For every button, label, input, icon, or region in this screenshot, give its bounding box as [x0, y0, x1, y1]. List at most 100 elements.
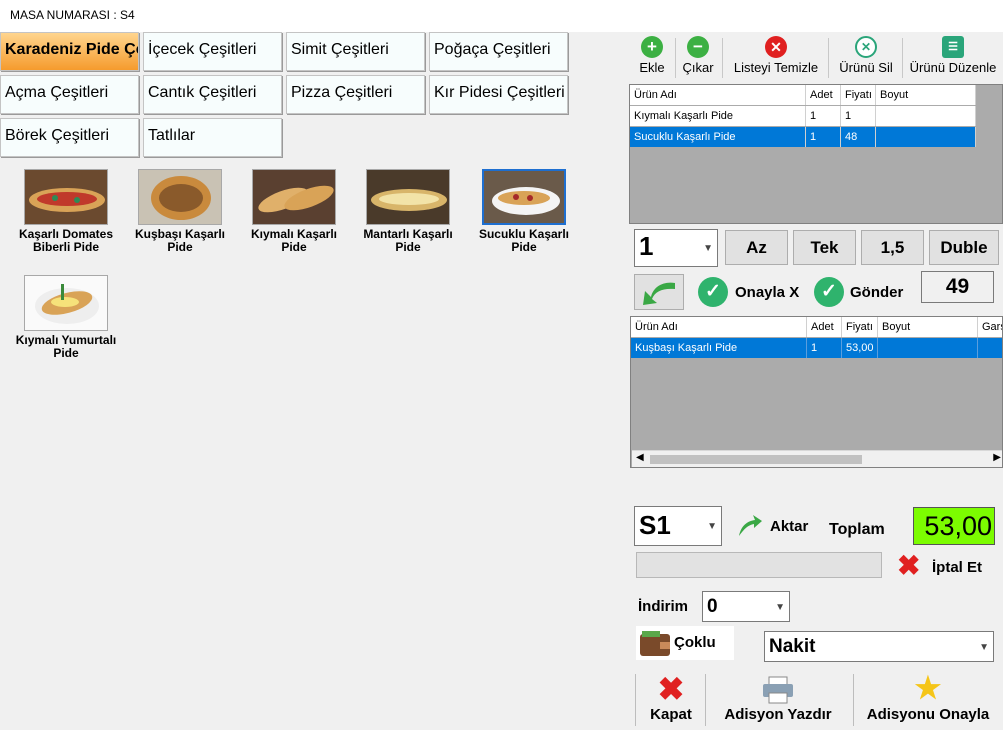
- quantity-value: 1: [639, 231, 654, 261]
- delete-product-button[interactable]: ✕ Ürünü Sil: [832, 36, 900, 80]
- portion-az-button[interactable]: Az: [725, 230, 788, 265]
- order-grid-header: Ürün Adı Adet Fiyatı Boyut: [630, 85, 976, 105]
- button-separator: [705, 674, 706, 726]
- cell-price: 53,00: [842, 338, 878, 358]
- close-button[interactable]: ✖ Kapat: [638, 672, 704, 726]
- button-separator: [853, 674, 854, 726]
- add-button[interactable]: + Ekle: [634, 36, 670, 80]
- table-select-value: S1: [639, 510, 671, 540]
- category-cantik[interactable]: Cantık Çeşitleri: [143, 75, 282, 114]
- cell-product: Kıymalı Kaşarlı Pide: [630, 106, 806, 126]
- print-bill-button[interactable]: Adisyon Yazdır: [708, 672, 848, 726]
- table-row[interactable]: Kıymalı Kaşarlı Pide 1 1: [630, 106, 976, 126]
- printer-icon: [763, 676, 793, 704]
- product-image: [252, 169, 336, 225]
- cancel-button[interactable]: ✖ İptal Et: [886, 549, 994, 585]
- transfer-button[interactable]: Aktar: [727, 508, 819, 544]
- progress-bar: [636, 552, 882, 578]
- product-sucuklu-kasarli-pide[interactable]: Sucuklu Kaşarlı Pide: [468, 169, 580, 254]
- approve-bill-label: Adisyonu Onayla: [866, 706, 990, 723]
- order-grid[interactable]: Ürün Adı Adet Fiyatı Boyut Kıymalı Kaşar…: [629, 84, 1003, 224]
- cell-size: [878, 338, 978, 358]
- toolbar-separator: [902, 38, 903, 78]
- back-arrow-icon: [643, 282, 675, 305]
- total-display: 53,00: [913, 507, 995, 545]
- scrollbar-thumb[interactable]: [650, 455, 862, 464]
- category-simit[interactable]: Simit Çeşitleri: [286, 32, 425, 71]
- category-borek[interactable]: Börek Çeşitleri: [0, 118, 139, 157]
- column-header[interactable]: Boyut: [876, 85, 976, 105]
- scroll-left-icon[interactable]: ◀: [636, 452, 644, 463]
- order-panel: + Ekle − Çıkar ✕ Listeyi Temizle ✕ Ürünü…: [628, 32, 1003, 730]
- check-icon: ✓: [814, 277, 844, 307]
- discount-label: İndirim: [638, 598, 689, 615]
- category-kir-pidesi[interactable]: Kır Pidesi Çeşitleri: [429, 75, 568, 114]
- cell-qty: 1: [806, 127, 841, 147]
- multi-payment-label: Çoklu: [674, 634, 716, 651]
- product-image: [138, 169, 222, 225]
- product-kiymali-yumurtali-pide[interactable]: Kıymalı Yumurtalı Pide: [10, 275, 122, 360]
- product-kusbasi-kasarli-pide[interactable]: Kuşbaşı Kaşarlı Pide: [124, 169, 236, 254]
- portion-tek-button[interactable]: Tek: [793, 230, 856, 265]
- column-header[interactable]: Gars: [978, 317, 1002, 337]
- product-image: [24, 169, 108, 225]
- print-bill-label: Adisyon Yazdır: [724, 706, 832, 723]
- discount-select[interactable]: 0 ▼: [702, 591, 790, 622]
- clear-list-button[interactable]: ✕ Listeyi Temizle: [728, 36, 824, 80]
- edit-checklist-icon: ☰: [942, 36, 964, 58]
- payment-method-value: Nakit: [769, 636, 816, 657]
- add-label: Ekle: [639, 60, 665, 75]
- delete-circle-x-icon: ✕: [855, 36, 877, 58]
- close-label: Kapat: [650, 706, 692, 723]
- delete-product-label: Ürünü Sil: [839, 60, 893, 75]
- transfer-label: Aktar: [770, 518, 809, 535]
- edit-product-button[interactable]: ☰ Ürünü Düzenle: [906, 36, 1000, 80]
- payment-method-select[interactable]: Nakit ▼: [764, 631, 994, 662]
- cell-qty: 1: [807, 338, 842, 358]
- quantity-select[interactable]: 1 ▼: [634, 229, 718, 267]
- portion-duble-button[interactable]: Duble: [929, 230, 999, 265]
- column-header[interactable]: Fiyatı: [841, 85, 876, 105]
- category-icecek[interactable]: İçecek Çeşitleri: [143, 32, 282, 71]
- scroll-right-icon[interactable]: ▶: [993, 452, 1001, 463]
- category-karadeniz-pide[interactable]: Karadeniz Pide Çeşitleri: [0, 32, 139, 71]
- product-name: Sucuklu Kaşarlı Pide: [478, 227, 570, 254]
- portion-1-5-button[interactable]: 1,5: [861, 230, 924, 265]
- table-select[interactable]: S1 ▼: [634, 506, 722, 546]
- category-pogaca[interactable]: Poğaça Çeşitleri: [429, 32, 568, 71]
- send-button[interactable]: ✓ Gönder: [812, 274, 912, 310]
- clear-x-icon: ✕: [765, 36, 787, 58]
- horizontal-scrollbar[interactable]: ◀ ▶: [632, 450, 1002, 467]
- multi-payment-button[interactable]: Çoklu: [636, 626, 734, 660]
- total-label: Toplam: [829, 521, 885, 538]
- product-kasarli-domates-biberli-pide[interactable]: Kaşarlı Domates Biberli Pide: [10, 169, 122, 254]
- close-x-icon: ✖: [657, 671, 685, 707]
- table-row[interactable]: Sucuklu Kaşarlı Pide 1 48: [630, 127, 976, 147]
- product-kiymali-kasarli-pide[interactable]: Kıymalı Kaşarlı Pide: [238, 169, 350, 254]
- counter-display: 49: [921, 271, 994, 303]
- product-mantarli-kasarli-pide[interactable]: Mantarlı Kaşarlı Pide: [352, 169, 464, 254]
- menu-panel: Karadeniz Pide Çeşitleri İçecek Çeşitler…: [0, 32, 628, 730]
- button-separator: [635, 674, 636, 726]
- category-pizza[interactable]: Pizza Çeşitleri: [286, 75, 425, 114]
- sent-items-grid[interactable]: Ürün Adı Adet Fiyatı Boyut Gars Kuşbaşı …: [630, 316, 1003, 468]
- column-header[interactable]: Adet: [806, 85, 841, 105]
- approve-bill-button[interactable]: ★ Adisyonu Onayla: [856, 672, 1000, 726]
- remove-button[interactable]: − Çıkar: [680, 36, 716, 80]
- column-header[interactable]: Ürün Adı: [630, 85, 806, 105]
- category-acma[interactable]: Açma Çeşitleri: [0, 75, 139, 114]
- category-tatlilar[interactable]: Tatlılar: [143, 118, 282, 157]
- column-header[interactable]: Boyut: [878, 317, 978, 337]
- undo-button[interactable]: [634, 274, 684, 310]
- check-icon: ✓: [698, 277, 728, 307]
- table-row[interactable]: Kuşbaşı Kaşarlı Pide 1 53,00: [631, 338, 1002, 358]
- cell-product: Sucuklu Kaşarlı Pide: [630, 127, 806, 147]
- product-name: Mantarlı Kaşarlı Pide: [363, 227, 453, 254]
- toolbar-separator: [722, 38, 723, 78]
- confirm-x-button[interactable]: ✓ Onayla X: [696, 274, 804, 310]
- discount-value: 0: [707, 596, 718, 617]
- column-header[interactable]: Fiyatı: [842, 317, 878, 337]
- column-header[interactable]: Ürün Adı: [631, 317, 807, 337]
- column-header[interactable]: Adet: [807, 317, 842, 337]
- cell-product: Kuşbaşı Kaşarlı Pide: [631, 338, 807, 358]
